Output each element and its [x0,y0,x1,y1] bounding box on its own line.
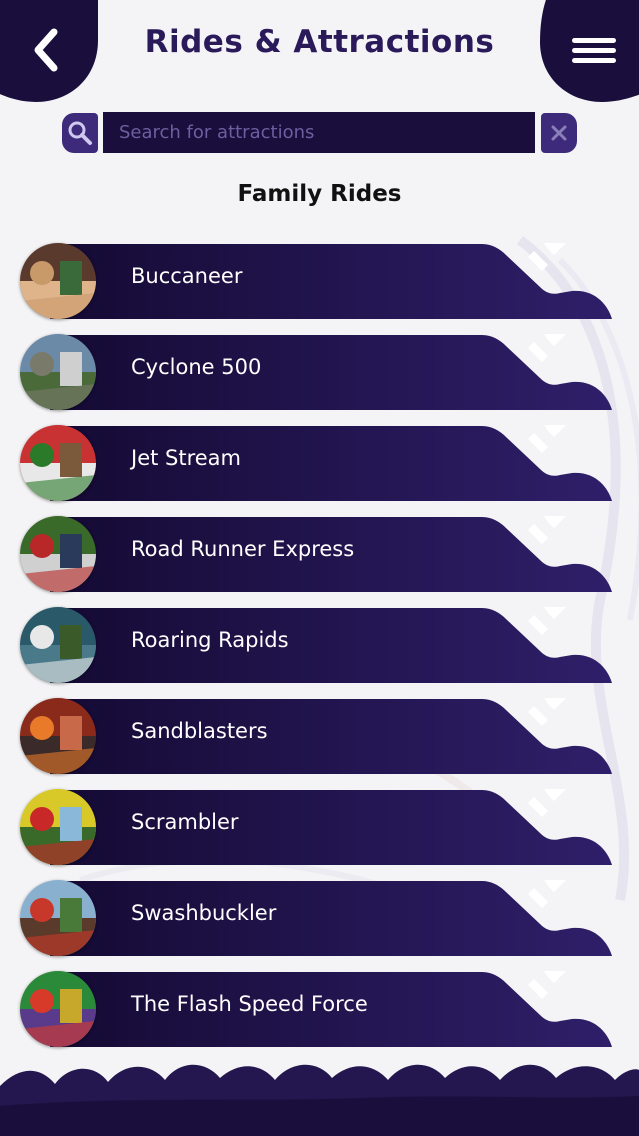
ride-name: Sandblasters [131,719,268,743]
section-heading: Family Rides [237,181,402,207]
ride-name: Roaring Rapids [131,628,289,652]
ride-list-item[interactable]: Buccaneer [20,243,612,321]
search-button[interactable] [62,113,98,153]
ride-bar [50,698,612,774]
ride-name: Road Runner Express [131,537,355,561]
close-icon [551,125,567,141]
ride-thumbnail [20,607,96,683]
ride-thumbnail [20,698,96,774]
ride-list-item[interactable]: Cyclone 500 [20,334,612,412]
ride-arrow-icon [528,516,566,544]
ride-list-item[interactable]: Jet Stream [20,425,612,503]
ride-name: Jet Stream [131,446,242,470]
ride-arrow-icon [528,425,566,453]
ride-name: Cyclone 500 [131,355,262,379]
ride-bar [50,334,612,410]
ride-thumbnail [20,334,96,410]
ride-list-item[interactable]: Swashbuckler [20,880,612,958]
ride-thumbnail [20,516,96,592]
clear-search-button[interactable] [541,113,577,153]
ride-bar [50,425,612,501]
bottom-wave-decoration [0,1064,639,1136]
ride-bar [50,607,612,683]
ride-thumbnail [20,789,96,865]
ride-list-item[interactable]: Sandblasters [20,698,612,776]
ride-list-item[interactable]: Roaring Rapids [20,607,612,685]
ride-thumbnail [20,425,96,501]
ride-thumbnail [20,880,96,956]
ride-arrow-icon [528,607,566,635]
ride-bar [50,243,612,319]
ride-bar [50,880,612,956]
ride-list-item[interactable]: The Flash Speed Force [20,971,612,1049]
ride-thumbnail [20,971,96,1047]
ride-arrow-icon [528,698,566,726]
ride-arrow-icon [528,334,566,362]
ride-list-item[interactable]: Road Runner Express [20,516,612,594]
ride-name: Buccaneer [131,264,243,288]
ride-name: Scrambler [131,810,239,834]
ride-name: The Flash Speed Force [131,992,368,1016]
ride-arrow-icon [528,243,566,271]
ride-list-item[interactable]: Scrambler [20,789,612,867]
ride-arrow-icon [528,971,566,999]
search-input[interactable] [103,112,535,153]
ride-bar [50,789,612,865]
ride-arrow-icon [528,880,566,908]
ride-name: Swashbuckler [131,901,277,925]
ride-arrow-icon [528,789,566,817]
search-icon [68,121,92,145]
ride-thumbnail [20,243,96,319]
menu-icon [572,38,616,63]
menu-button[interactable] [572,36,618,66]
